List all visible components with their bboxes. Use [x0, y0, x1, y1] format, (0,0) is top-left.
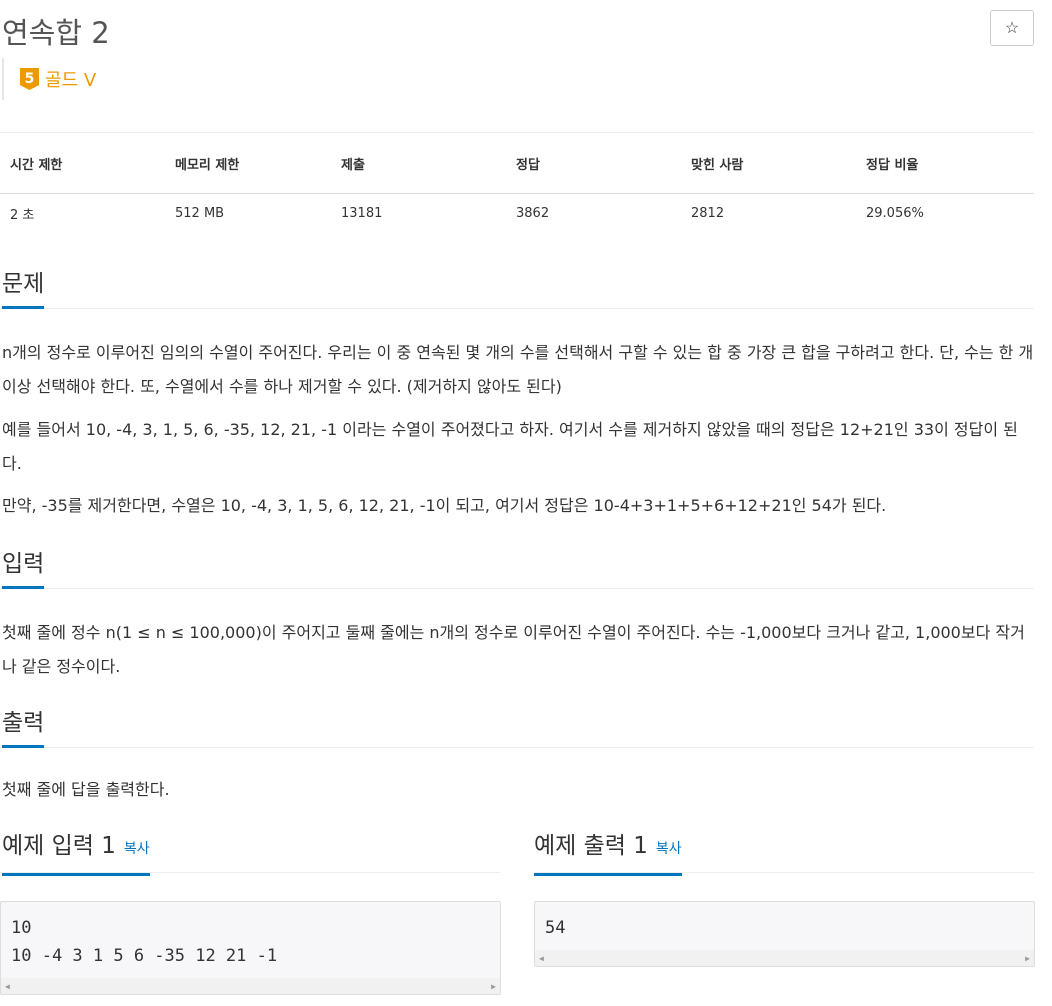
header-accepted: 정답 [506, 132, 681, 194]
value-accept-ratio: 29.056% [866, 205, 924, 221]
output-section-title: 출력 [2, 709, 45, 748]
sample-output-title: 예제 출력 1 복사 [534, 832, 682, 876]
info-header-row: 시간 제한 메모리 제한 제출 정답 맞힌 사람 정답 비율 [0, 132, 1034, 194]
problem-section-header: 문제 [0, 270, 1034, 309]
sample-output-title-text: 예제 출력 1 [534, 833, 648, 859]
problem-paragraph-3: 만약, -35를 제거한다면, 수열은 10, -4, 3, 1, 5, 6, … [2, 496, 887, 515]
copy-input-link[interactable]: 복사 [124, 841, 150, 857]
sample-input-scrollbar[interactable]: ◀ ▶ [1, 978, 500, 994]
input-description: 첫째 줄에 정수 n(1 ≤ n ≤ 100,000)이 주어지고 둘째 줄에는… [2, 623, 1025, 676]
value-solved-users[interactable]: 2812 [681, 194, 856, 233]
copy-output-link[interactable]: 복사 [656, 841, 682, 857]
sample-input-title: 예제 입력 1 복사 [2, 832, 150, 876]
problem-paragraph-1: n개의 정수로 이루어진 임의의 수열이 주어진다. 우리는 이 중 연속된 몇… [2, 343, 1034, 396]
sample-input-title-text: 예제 입력 1 [2, 833, 116, 859]
output-description: 첫째 줄에 답을 출력한다. [2, 780, 170, 799]
header-memory-limit: 메모리 제한 [165, 132, 331, 194]
header-solved-users: 맞힌 사람 [681, 132, 856, 194]
problem-info-table: 시간 제한 메모리 제한 제출 정답 맞힌 사람 정답 비율 2 초 512 M… [0, 132, 1034, 232]
value-submissions[interactable]: 13181 [331, 194, 506, 233]
tier-badge-icon: 5 [20, 68, 39, 90]
input-section-header: 입력 [0, 550, 1034, 589]
tier-label: 골드 V [45, 70, 97, 91]
star-icon: ☆ [1004, 20, 1020, 37]
value-time-limit: 2 초 [10, 207, 35, 223]
problem-section-title: 문제 [2, 270, 45, 309]
sample-output-content: 54 [545, 918, 566, 938]
value-accepted[interactable]: 3862 [506, 194, 681, 233]
input-section-title: 입력 [2, 550, 45, 589]
sample-output-scrollbar[interactable]: ◀ ▶ [535, 950, 1034, 966]
sample-output-box[interactable]: 54 ◀ ▶ [534, 901, 1035, 967]
header-accept-ratio: 정답 비율 [856, 132, 1034, 194]
header-time-limit: 시간 제한 [0, 132, 165, 194]
scroll-left-icon[interactable]: ◀ [5, 982, 10, 991]
star-button[interactable]: ☆ [990, 10, 1034, 46]
page-title: 연속합 2 [2, 16, 110, 50]
sample-input-content: 10 10 -4 3 1 5 6 -35 12 21 -1 [11, 918, 278, 966]
output-section-header: 출력 [0, 709, 1034, 748]
sample-input-box[interactable]: 10 10 -4 3 1 5 6 -35 12 21 -1 ◀ ▶ [0, 901, 501, 995]
value-memory-limit: 512 MB [175, 205, 225, 221]
scroll-right-icon[interactable]: ▶ [1025, 954, 1030, 963]
scroll-right-icon[interactable]: ▶ [491, 982, 496, 991]
tier-badge-group[interactable]: 5 골드 V [2, 58, 96, 100]
info-value-row: 2 초 512 MB 13181 3862 2812 29.056% [0, 194, 1034, 233]
scroll-left-icon[interactable]: ◀ [539, 954, 544, 963]
problem-paragraph-2: 예를 들어서 10, -4, 3, 1, 5, 6, -35, 12, 21, … [2, 420, 1018, 473]
header-submissions: 제출 [331, 132, 506, 194]
